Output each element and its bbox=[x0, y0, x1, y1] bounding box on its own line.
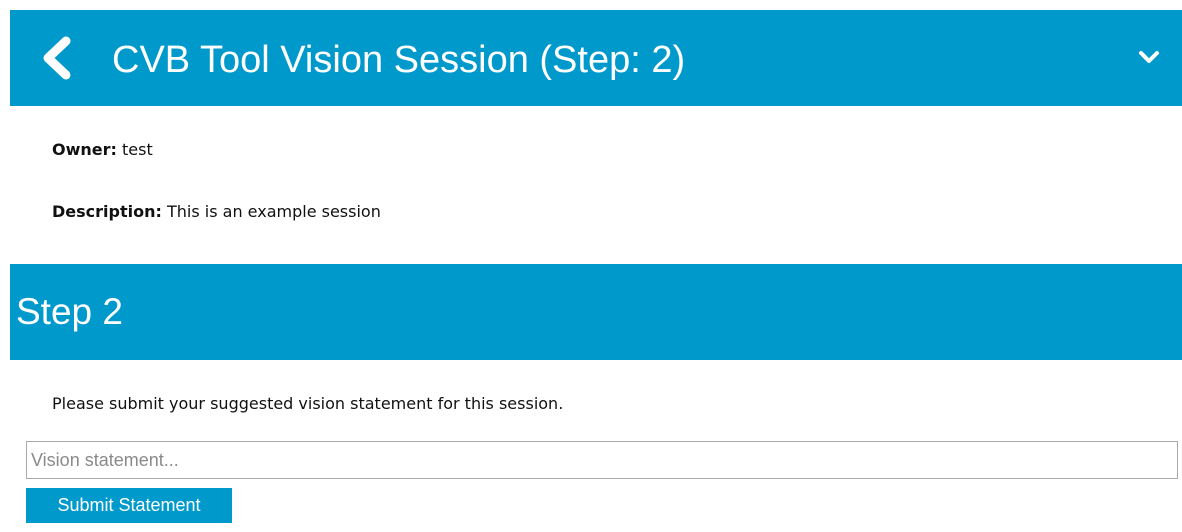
submit-statement-button[interactable]: Submit Statement bbox=[26, 488, 232, 523]
description-value: This is an example session bbox=[166, 202, 381, 221]
description-line: Description: This is an example session bbox=[52, 202, 381, 221]
step-header: Step 2 bbox=[10, 264, 1182, 360]
back-button[interactable] bbox=[38, 36, 78, 80]
step-title: Step 2 bbox=[16, 291, 123, 332]
session-info: Owner: test Description: This is an exam… bbox=[10, 106, 1182, 264]
owner-value: test bbox=[122, 140, 153, 159]
chevron-down-icon bbox=[1139, 51, 1159, 63]
owner-label: Owner: bbox=[52, 140, 117, 159]
vision-statement-input[interactable] bbox=[26, 441, 1178, 479]
owner-line: Owner: test bbox=[52, 140, 153, 159]
chevron-left-icon bbox=[43, 36, 71, 80]
step-instruction: Please submit your suggested vision stat… bbox=[52, 394, 564, 413]
collapse-button[interactable] bbox=[1138, 48, 1160, 68]
page-title: CVB Tool Vision Session (Step: 2) bbox=[112, 39, 686, 81]
page-header: CVB Tool Vision Session (Step: 2) bbox=[10, 10, 1182, 106]
description-label: Description: bbox=[52, 202, 162, 221]
